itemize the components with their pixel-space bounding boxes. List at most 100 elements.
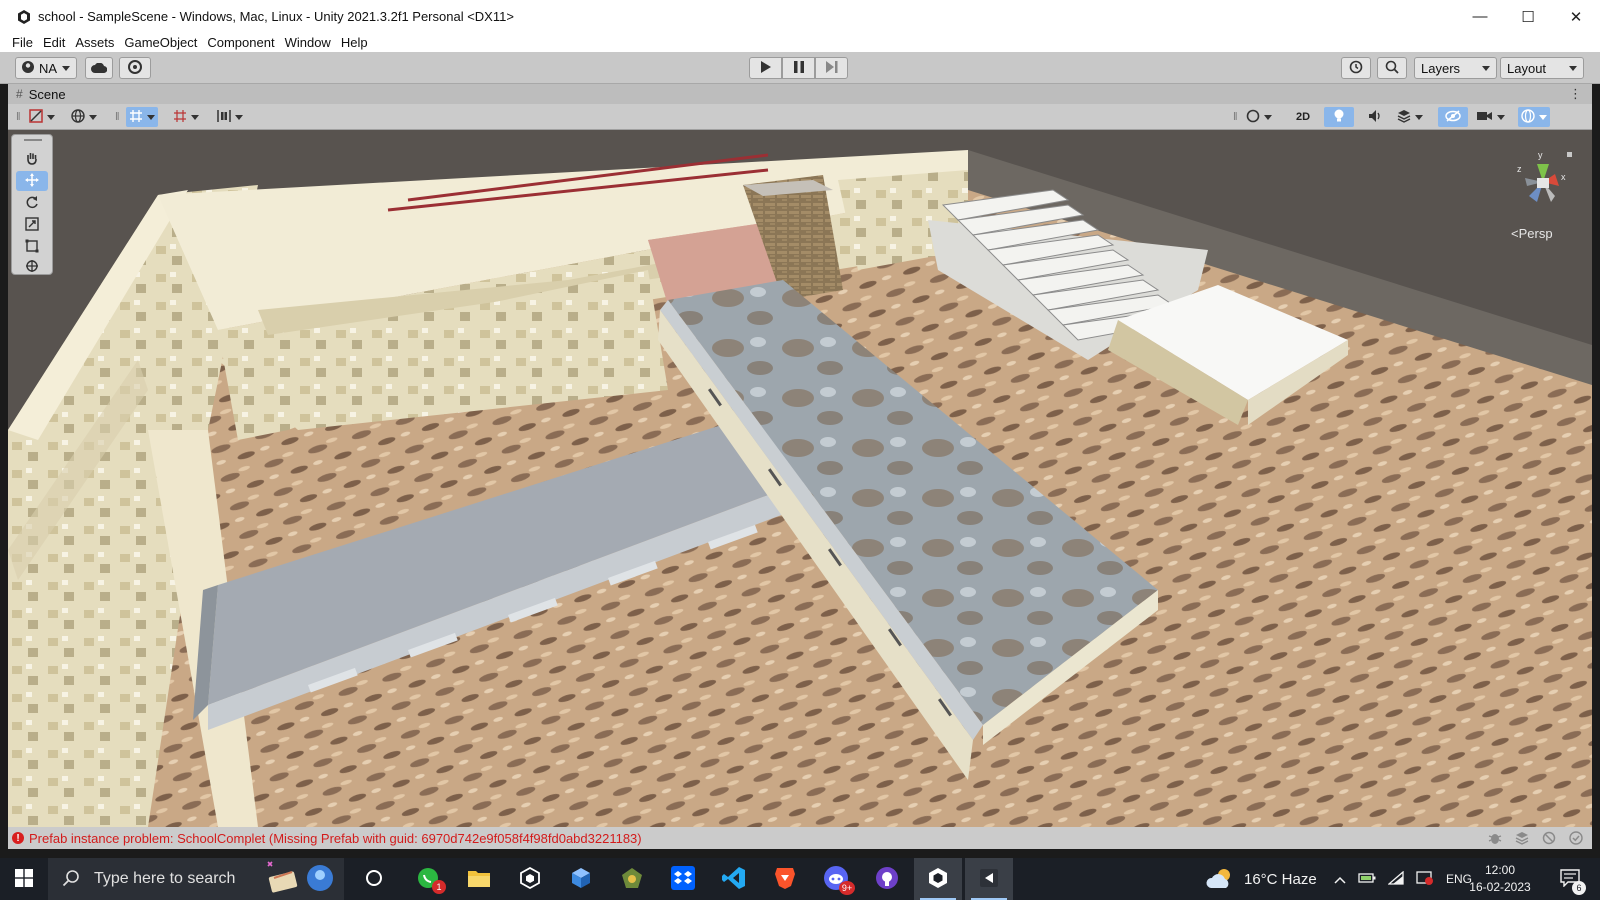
shading-mode-dropdown[interactable] <box>1243 107 1275 127</box>
start-button[interactable] <box>0 858 48 900</box>
drag-handle-icon: ‖ <box>115 111 120 123</box>
transform-tool[interactable] <box>16 257 48 277</box>
cloud-button[interactable] <box>85 57 113 79</box>
chevron-down-icon <box>1415 114 1423 120</box>
windows-logo-icon <box>15 868 33 890</box>
maximize-icon[interactable]: ☐ <box>1504 0 1552 33</box>
cloudy-sun-icon <box>1206 866 1236 893</box>
weather-widget[interactable]: 16°C Haze <box>1206 858 1317 900</box>
dropbox-icon <box>671 865 695 893</box>
move-arrows-icon <box>25 172 39 190</box>
projection-label[interactable]: <Persp <box>1511 226 1553 241</box>
menu-window[interactable]: Window <box>285 35 331 50</box>
whatsapp-badge: 1 <box>432 880 446 894</box>
menu-gameobject[interactable]: GameObject <box>124 35 197 50</box>
hand-icon <box>25 151 39 168</box>
action-center-button[interactable]: 6 <box>1548 858 1592 900</box>
render-mode-dropdown[interactable] <box>68 107 100 127</box>
layers-dropdown[interactable]: Layers <box>1414 57 1497 79</box>
taskbar-whatsapp[interactable]: 1 <box>404 858 452 900</box>
vscode-icon <box>722 866 746 893</box>
play-button[interactable] <box>749 57 782 79</box>
chevron-down-icon <box>1497 114 1505 120</box>
menu-assets[interactable]: Assets <box>75 35 114 50</box>
menu-edit[interactable]: Edit <box>43 35 65 50</box>
gizmo-lock-icon[interactable] <box>1567 152 1572 157</box>
menu-bar: File Edit Assets GameObject Component Wi… <box>0 33 1600 52</box>
cache-server-icon[interactable] <box>1514 830 1530 846</box>
collab-icon <box>128 59 142 77</box>
toggle-2d-button[interactable]: 2D <box>1288 107 1318 127</box>
align-tools-dropdown[interactable] <box>214 107 246 127</box>
play-icon <box>760 60 771 76</box>
auto-generate-lighting-icon[interactable] <box>1541 830 1557 846</box>
taskbar-clock[interactable]: 12:00 16-02-2023 <box>1460 862 1540 896</box>
error-icon: ! <box>12 832 24 844</box>
more-options-icon[interactable]: ⋮ <box>1569 86 1582 102</box>
drag-handle-icon: ‖ <box>1233 111 1238 123</box>
palette-handle[interactable] <box>24 139 42 141</box>
search-icon <box>1385 60 1399 77</box>
volume-icon[interactable] <box>1416 870 1434 888</box>
taskbar-search-box[interactable]: Type here to search <box>48 858 344 900</box>
scale-tool[interactable] <box>16 215 48 235</box>
taskbar-vscode[interactable] <box>710 858 758 900</box>
taskbar-cortana[interactable] <box>350 858 398 900</box>
taskbar-file-explorer[interactable] <box>455 858 503 900</box>
taskbar-unity-tool[interactable] <box>965 858 1013 900</box>
rect-transform-icon <box>25 239 39 256</box>
menu-file[interactable]: File <box>12 35 33 50</box>
scene-render <box>8 130 1592 827</box>
chevron-down-icon <box>147 114 155 120</box>
history-icon <box>1349 60 1363 77</box>
move-tool[interactable] <box>16 171 48 191</box>
search-button[interactable] <box>1377 57 1407 79</box>
grid-snapping-toggle[interactable] <box>126 107 158 127</box>
account-dropdown[interactable]: NA <box>15 57 77 79</box>
taskbar-brave[interactable] <box>761 858 809 900</box>
battery-icon[interactable] <box>1358 872 1376 887</box>
effects-dropdown[interactable] <box>1394 107 1426 127</box>
taskbar-game-app[interactable] <box>608 858 656 900</box>
3d-cube-icon <box>570 867 592 892</box>
minimize-icon[interactable]: — <box>1456 0 1504 33</box>
taskbar-dropbox[interactable] <box>659 858 707 900</box>
chevron-up-icon[interactable] <box>1334 872 1346 887</box>
taskbar-3d-viewer[interactable] <box>557 858 605 900</box>
console-status-bar[interactable]: ! Prefab instance problem: SchoolComplet… <box>8 827 1592 849</box>
tab-scene[interactable]: Scene <box>29 87 66 102</box>
rect-tool[interactable] <box>16 237 48 257</box>
rotate-tool[interactable] <box>16 193 48 213</box>
draw-mode-dropdown[interactable] <box>26 107 58 127</box>
taskbar-github[interactable] <box>863 858 911 900</box>
undo-history-button[interactable] <box>1341 57 1371 79</box>
menu-help[interactable]: Help <box>341 35 368 50</box>
layers-label: Layers <box>1421 60 1461 76</box>
lighting-toggle[interactable] <box>1324 107 1354 127</box>
draw-mode-icon <box>29 108 43 126</box>
debug-bug-icon[interactable] <box>1487 830 1503 846</box>
hand-tool[interactable] <box>16 149 48 169</box>
step-button[interactable] <box>815 57 848 79</box>
status-message[interactable]: Prefab instance problem: SchoolComplet (… <box>29 831 642 846</box>
layout-dropdown[interactable]: Layout <box>1500 57 1584 79</box>
scene-viewport[interactable]: y x z <Persp <box>8 130 1592 827</box>
scene-tab-header: # Scene ⋮ <box>8 84 1592 104</box>
collab-button[interactable] <box>119 57 151 79</box>
scene-visibility-toggle[interactable] <box>1438 107 1468 127</box>
audio-toggle[interactable] <box>1360 107 1390 127</box>
taskbar-unity-hub[interactable] <box>506 858 554 900</box>
gizmos-dropdown[interactable] <box>1518 107 1550 127</box>
transform-tools-palette <box>11 134 53 275</box>
taskbar-unity-editor[interactable] <box>914 858 962 900</box>
wifi-icon[interactable] <box>1387 870 1404 888</box>
system-tray: ENG <box>1334 858 1472 900</box>
pause-button[interactable] <box>782 57 815 79</box>
close-icon[interactable]: ✕ <box>1552 0 1600 33</box>
menu-component[interactable]: Component <box>207 35 274 50</box>
increment-snap-dropdown[interactable] <box>170 107 202 127</box>
taskbar-discord[interactable]: 9+ <box>812 858 860 900</box>
speaker-icon <box>1368 109 1382 126</box>
camera-settings-dropdown[interactable] <box>1474 107 1508 127</box>
progress-check-icon[interactable] <box>1568 830 1584 846</box>
